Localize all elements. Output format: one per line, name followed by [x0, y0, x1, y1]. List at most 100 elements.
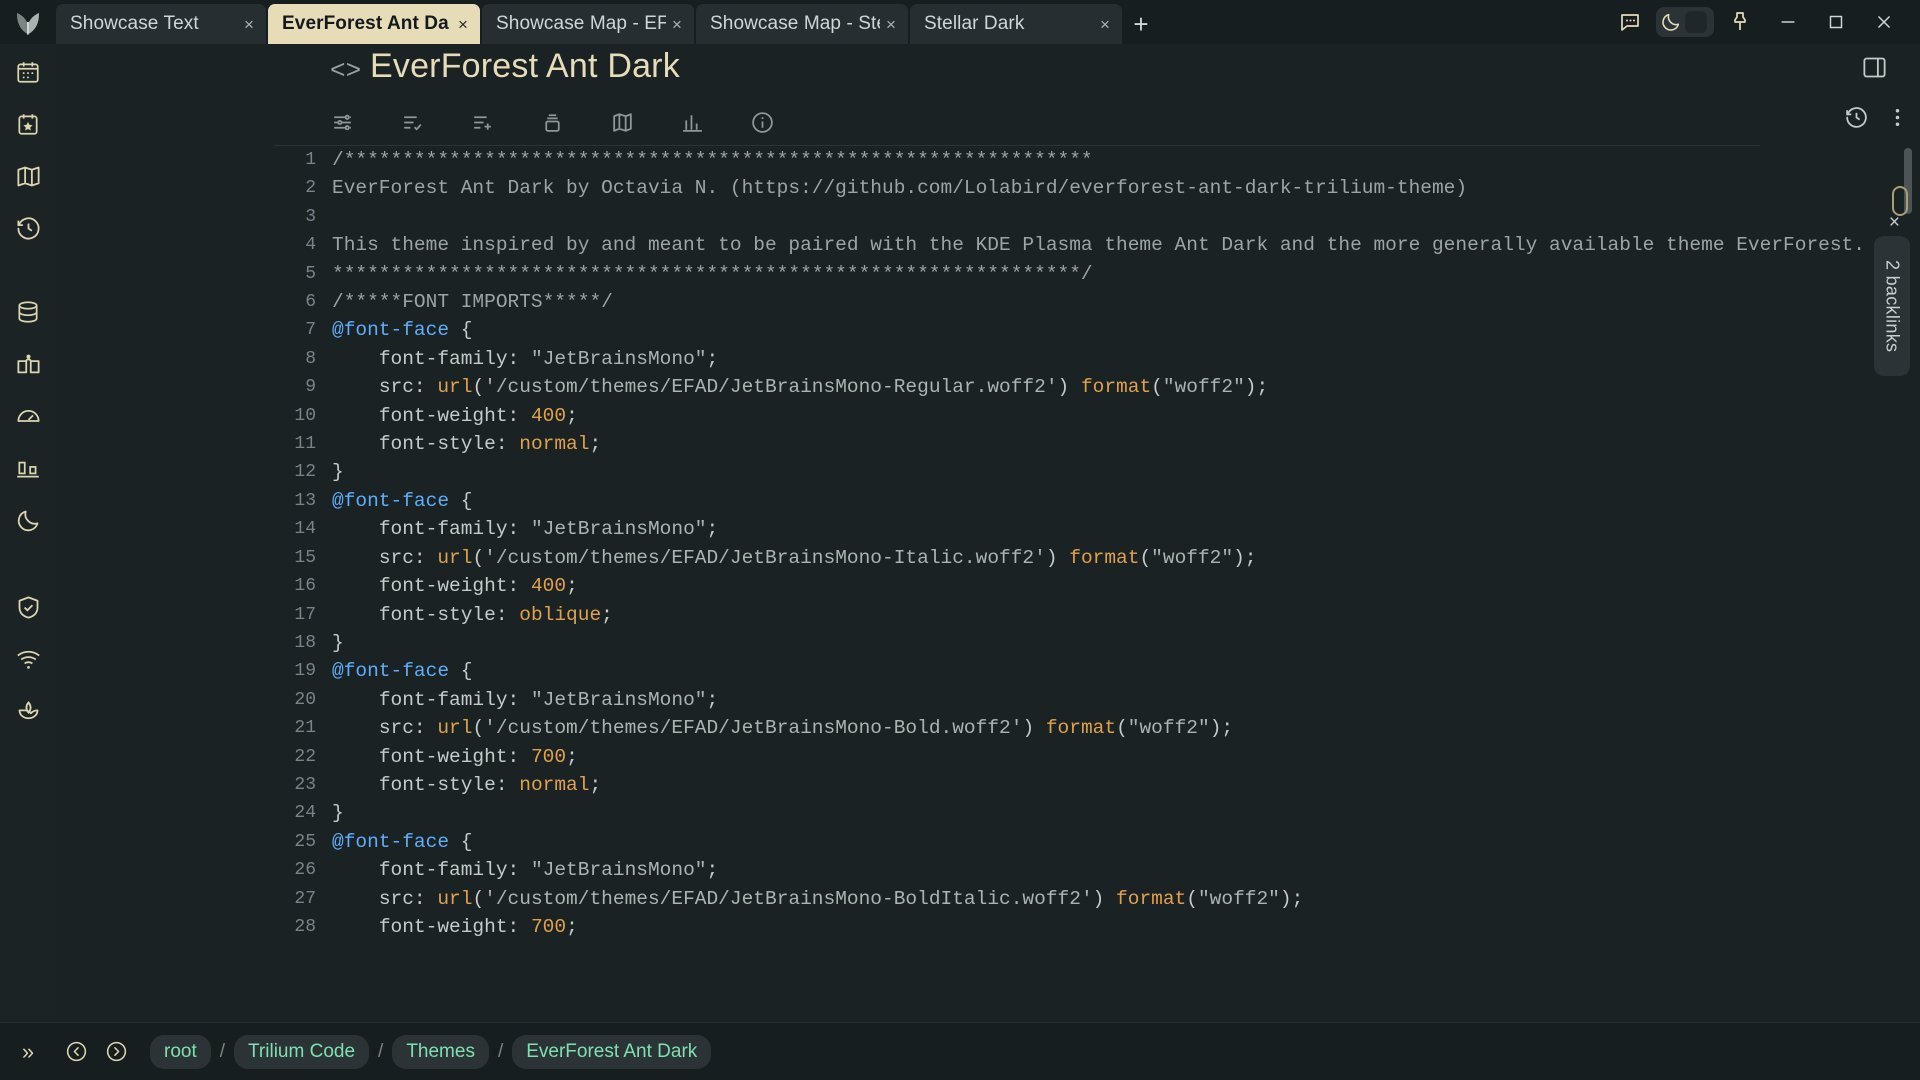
breadcrumb-item[interactable]: root: [150, 1034, 211, 1069]
tool-book[interactable]: [604, 105, 640, 139]
code-token: format: [1080, 376, 1152, 399]
trilium-leaf-logo[interactable]: [0, 0, 56, 44]
line-number: 13: [294, 490, 316, 511]
code-token: "woff2": [1162, 376, 1245, 399]
note-header: <> EverForest Ant Dark: [56, 44, 1920, 102]
tab-0[interactable]: Showcase Text ×: [56, 4, 266, 44]
sidebar-item-theme[interactable]: [0, 494, 56, 546]
tab-1[interactable]: EverForest Ant Da ×: [268, 4, 480, 44]
code-token: oblique: [519, 603, 602, 626]
line-number: 6: [305, 292, 316, 313]
code-line: 12}: [294, 458, 1920, 486]
code-line: 15 src: url('/custom/themes/EFAD/JetBrai…: [294, 544, 1920, 572]
pin-icon[interactable]: [1718, 0, 1762, 44]
line-number: 28: [294, 916, 316, 937]
breadcrumb-item[interactable]: Trilium Code: [234, 1034, 370, 1069]
tool-info[interactable]: [744, 105, 780, 139]
sidebar-item-database[interactable]: [0, 286, 56, 338]
code-line: 19 @font-face {: [294, 657, 1920, 685]
code-token: format: [1045, 717, 1117, 740]
toggle-knob: [1685, 11, 1707, 33]
new-tab-button[interactable]: +: [1124, 4, 1158, 44]
more-vertical-icon[interactable]: [1885, 105, 1910, 135]
code-token: '/custom/themes/EFAD/JetBrainsMono-BoldI…: [484, 887, 1093, 910]
tool-attributes[interactable]: [324, 105, 360, 139]
breadcrumb-item[interactable]: Themes: [392, 1034, 489, 1069]
tool-revisions[interactable]: [1844, 105, 1869, 135]
tool-archive[interactable]: [534, 105, 570, 139]
tab-title: Stellar Dark: [924, 13, 1025, 34]
code-token: :: [413, 546, 438, 569]
sidebar-item-dashboard[interactable]: [0, 390, 56, 442]
code-token: );: [1244, 376, 1269, 399]
tool-add-list[interactable]: [464, 105, 500, 139]
sidebar-item-notes[interactable]: [0, 338, 56, 390]
tab-close-button[interactable]: ×: [880, 16, 902, 33]
line-number: 23: [294, 774, 316, 795]
tab-3[interactable]: Showcase Map - Ste ×: [696, 4, 908, 44]
tab-close-button[interactable]: ×: [1094, 16, 1116, 33]
line-number: 24: [294, 803, 316, 824]
arrow-forward-circle-icon[interactable]: [96, 1032, 136, 1072]
tabs-container: Showcase Text × EverForest Ant Da × Showcase…: [56, 4, 1124, 44]
sidebar-item-recent[interactable]: [0, 202, 56, 254]
sidebar-item-map[interactable]: [0, 150, 56, 202]
line-number: 10: [294, 405, 316, 426]
tool-tasks[interactable]: [394, 105, 430, 139]
code-token: font-weight: [332, 575, 508, 598]
tab-close-button[interactable]: ×: [238, 16, 260, 33]
tab-4[interactable]: Stellar Dark ×: [910, 4, 1122, 44]
sidebar-item-sync[interactable]: [0, 633, 56, 685]
backlinks-panel[interactable]: 2 backlinks: [1874, 236, 1910, 376]
tool-chart[interactable]: [674, 105, 710, 139]
sidebar-item-zen[interactable]: [0, 685, 56, 737]
code-line: 28 font-weight: 700;: [294, 913, 1920, 941]
code-token: {: [449, 319, 473, 342]
code-token: src: [332, 376, 414, 399]
code-editor[interactable]: 1 /**************************************…: [56, 146, 1920, 1026]
code-token: 700: [530, 745, 567, 768]
maximize-button[interactable]: [1814, 0, 1858, 44]
tab-close-button[interactable]: ×: [666, 16, 688, 33]
code-token: font-weight: [332, 915, 508, 938]
tab-2[interactable]: Showcase Map - EF/×: [482, 4, 694, 44]
theme-toggle[interactable]: [1656, 7, 1714, 37]
sidebar-item-calendar[interactable]: [0, 46, 56, 98]
code-token: src: [332, 717, 414, 740]
sidebar-item-stats[interactable]: [0, 442, 56, 494]
line-number: 22: [294, 746, 316, 767]
page-title[interactable]: EverForest Ant Dark: [370, 47, 680, 86]
arrow-back-circle-icon[interactable]: [56, 1032, 96, 1072]
tab-close-button[interactable]: ×: [452, 16, 474, 33]
sidebar-item-favorites[interactable]: [0, 98, 56, 150]
code-content[interactable]: 1 /**************************************…: [56, 146, 1920, 941]
backlinks-close-button[interactable]: ×: [1889, 212, 1900, 234]
sidebar-item-security[interactable]: [0, 581, 56, 633]
code-line: 4 This theme inspired by and meant to be …: [305, 231, 1920, 259]
code-token: @font-face: [332, 830, 450, 853]
line-number: 18: [294, 632, 316, 653]
code-token: "woff2": [1197, 887, 1280, 910]
code-token: ;: [566, 575, 578, 598]
code-line: 9 src: url('/custom/themes/EFAD/JetBrain…: [305, 373, 1920, 401]
breadcrumb-item[interactable]: EverForest Ant Dark: [512, 1034, 712, 1069]
minimize-button[interactable]: [1766, 0, 1810, 44]
code-token: font-family: [332, 518, 508, 541]
code-line: 7 @font-face {: [305, 316, 1920, 344]
note-toolbar: [274, 102, 1900, 146]
code-token: @font-face: [332, 489, 450, 512]
chat-bubble-icon[interactable]: [1608, 0, 1652, 44]
code-token: {: [449, 830, 473, 853]
tab-title: Showcase Map - Ste: [710, 13, 880, 34]
expand-sidebar-button[interactable]: »: [0, 1039, 56, 1065]
code-token: (: [472, 717, 485, 740]
code-token: ;: [566, 915, 578, 938]
code-line: 17 font-style: oblique;: [294, 601, 1920, 629]
close-window-button[interactable]: [1862, 0, 1906, 44]
right-panel-icon[interactable]: [1861, 54, 1888, 86]
code-token: url: [437, 376, 473, 399]
code-token: (: [1139, 546, 1152, 569]
code-token: @font-face: [332, 660, 450, 683]
line-number: 25: [294, 831, 316, 852]
code-token: url: [437, 546, 473, 569]
